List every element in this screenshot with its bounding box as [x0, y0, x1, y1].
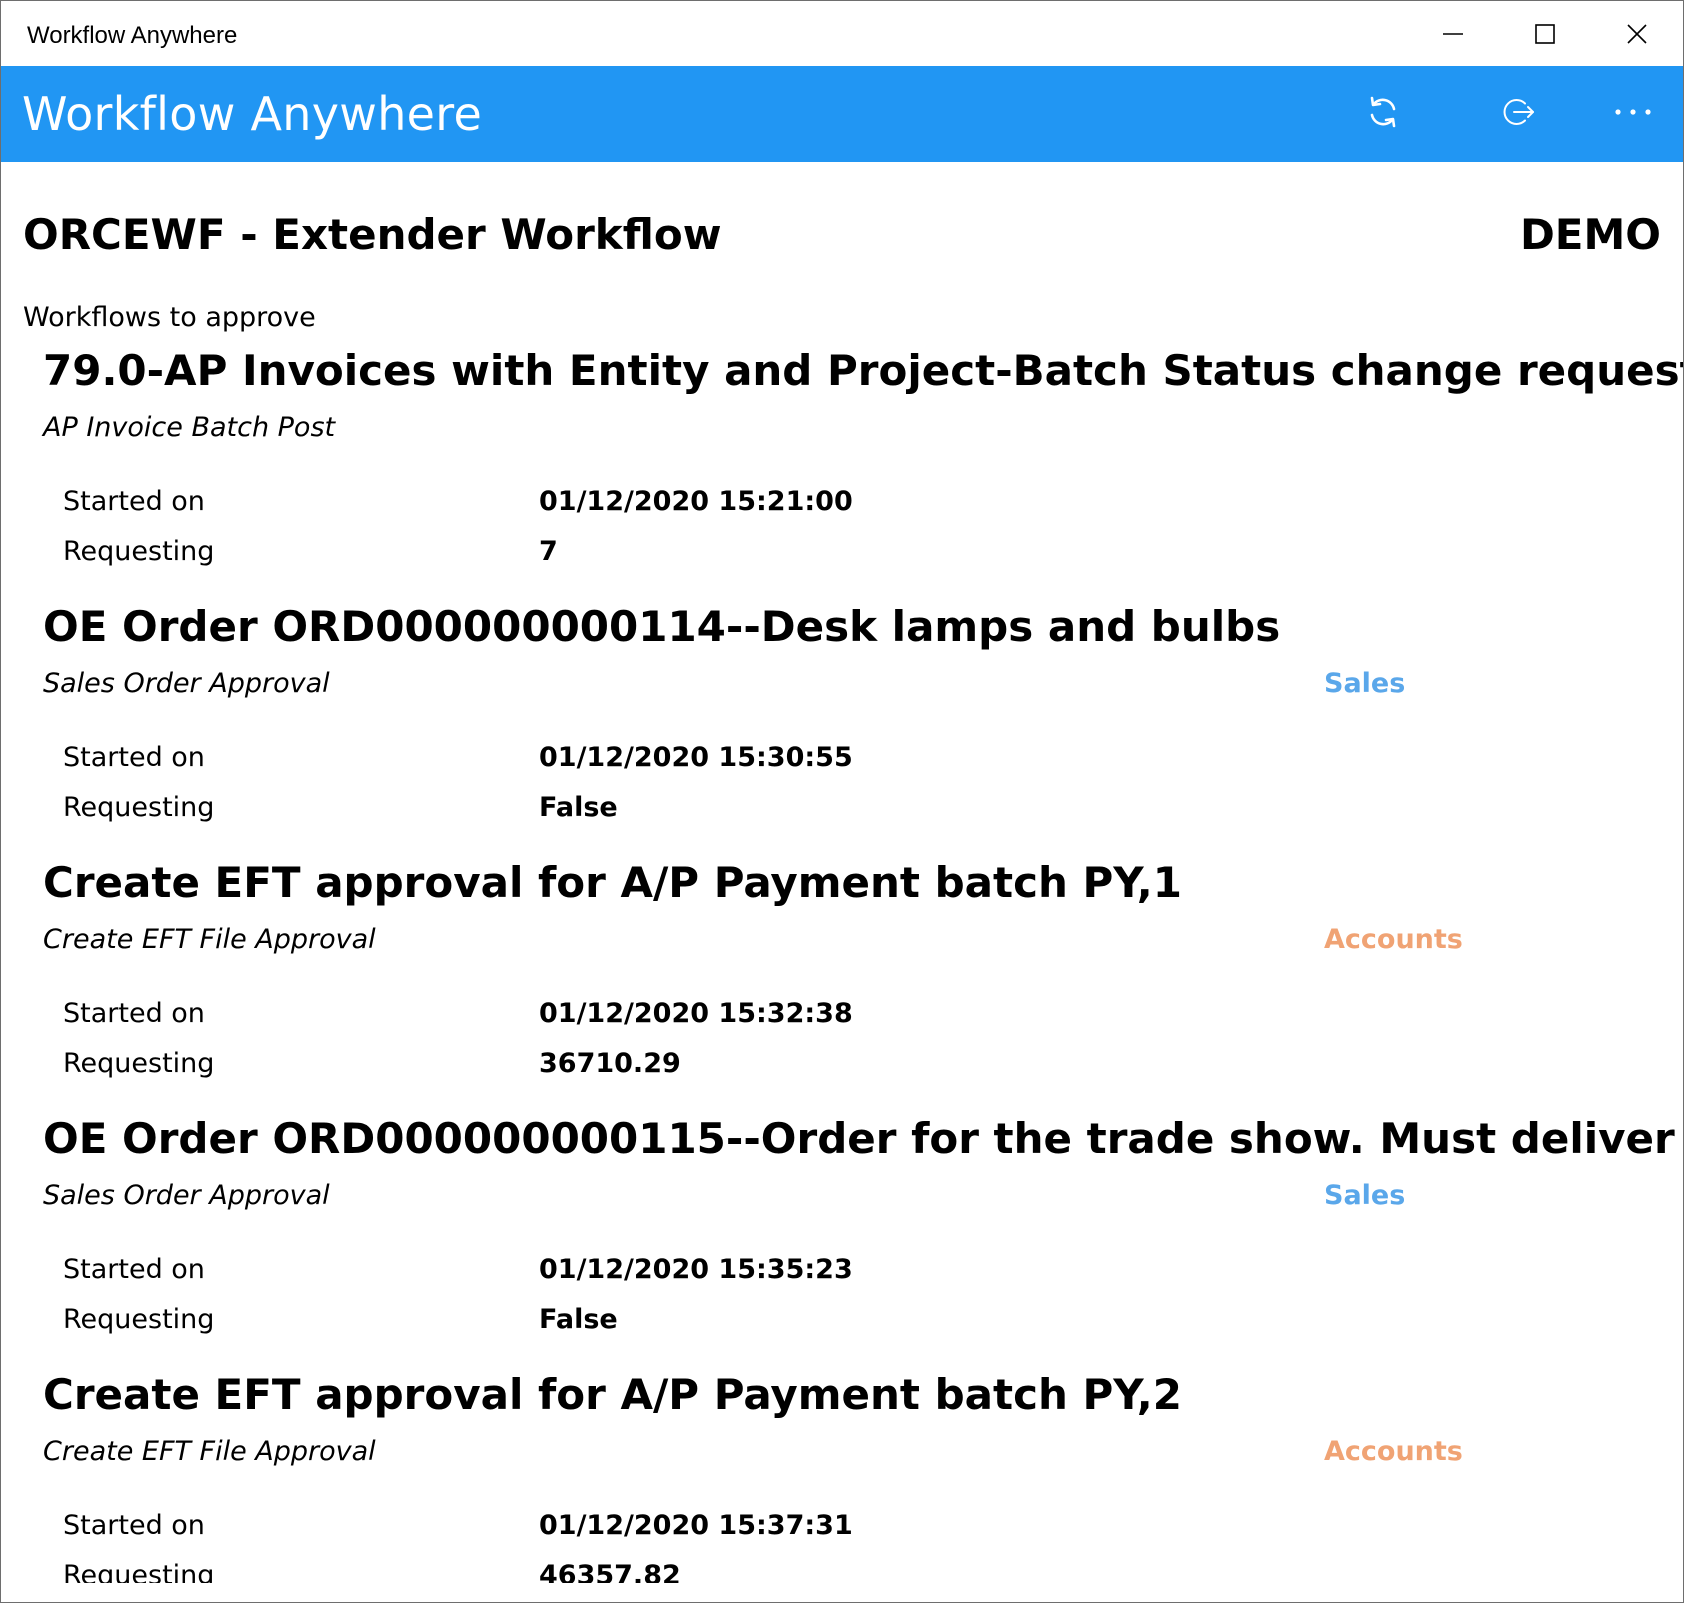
company-name: DEMO	[1519, 210, 1661, 259]
requesting-label: Requesting	[63, 536, 215, 567]
started-on-label: Started on	[63, 486, 205, 517]
page-title: ORCEWF - Extender Workflow	[23, 210, 722, 259]
workflow-type: Sales Order Approval	[43, 668, 330, 699]
started-on-label: Started on	[63, 742, 205, 773]
minimize-button[interactable]	[1407, 1, 1499, 66]
requesting-value: 36710.29	[539, 1048, 681, 1079]
workflow-title: OE Order ORD000000000114--Desk lamps and…	[43, 602, 1281, 651]
workflow-category: Sales	[1324, 668, 1406, 699]
maximize-icon	[1535, 23, 1555, 44]
workflow-type: AP Invoice Batch Post	[43, 412, 336, 443]
maximize-button[interactable]	[1499, 1, 1591, 66]
started-on-value: 01/12/2020 15:30:55	[539, 742, 853, 773]
requesting-label: Requesting	[63, 1048, 215, 1079]
started-on-value: 01/12/2020 15:21:00	[539, 486, 853, 517]
started-on-value: 01/12/2020 15:37:31	[539, 1510, 853, 1541]
refresh-icon	[1370, 96, 1396, 128]
close-icon	[1627, 23, 1647, 44]
started-on-value: 01/12/2020 15:35:23	[539, 1254, 853, 1285]
window-title: Workflow Anywhere	[27, 22, 238, 49]
requesting-label: Requesting	[63, 792, 215, 823]
app-title: Workflow Anywhere	[22, 87, 483, 141]
workflow-type: Create EFT File Approval	[43, 924, 376, 955]
started-on-label: Started on	[63, 998, 205, 1029]
workflow-item[interactable]: Create EFT approval for A/P Payment batc…	[1, 849, 1683, 1105]
sign-out-icon	[1503, 99, 1534, 125]
started-on-label: Started on	[63, 1510, 205, 1541]
workflow-category: Accounts	[1324, 924, 1463, 955]
requesting-value: 7	[539, 536, 558, 567]
minimize-icon	[1443, 32, 1463, 35]
workflow-item[interactable]: OE Order ORD000000000115--Order for the …	[1, 1105, 1683, 1361]
requesting-value: False	[539, 1304, 618, 1335]
workflow-item[interactable]: OE Order ORD000000000114--Desk lamps and…	[1, 593, 1683, 849]
app-header: Workflow Anywhere	[1, 66, 1683, 162]
workflow-list[interactable]: 79.0-AP Invoices with Entity and Project…	[1, 337, 1683, 1583]
more-options-button[interactable]	[1601, 80, 1665, 144]
workflow-title: 79.0-AP Invoices with Entity and Project…	[43, 346, 1683, 395]
workflow-item[interactable]: Create EFT approval for A/P Payment batc…	[1, 1361, 1683, 1583]
workflow-title: Create EFT approval for A/P Payment batc…	[43, 858, 1182, 907]
workflow-type: Sales Order Approval	[43, 1180, 330, 1211]
workflow-title: Create EFT approval for A/P Payment batc…	[43, 1370, 1182, 1419]
requesting-value: 46357.82	[539, 1560, 681, 1583]
workflow-type: Create EFT File Approval	[43, 1436, 376, 1467]
app-window: Workflow Anywhere Workflow Anywhere ORCE…	[0, 0, 1684, 1603]
started-on-label: Started on	[63, 1254, 205, 1285]
refresh-button[interactable]	[1351, 80, 1415, 144]
requesting-value: False	[539, 792, 618, 823]
workflow-item[interactable]: 79.0-AP Invoices with Entity and Project…	[1, 337, 1683, 593]
workflow-title: OE Order ORD000000000115--Order for the …	[43, 1114, 1683, 1163]
sign-out-button[interactable]	[1486, 80, 1550, 144]
requesting-label: Requesting	[63, 1560, 215, 1583]
requesting-label: Requesting	[63, 1304, 215, 1335]
started-on-value: 01/12/2020 15:32:38	[539, 998, 853, 1029]
close-button[interactable]	[1591, 1, 1683, 66]
title-bar: Workflow Anywhere	[1, 1, 1683, 66]
workflow-category: Accounts	[1324, 1436, 1463, 1467]
section-label: Workflows to approve	[23, 302, 316, 333]
more-horizontal-icon	[1615, 109, 1651, 115]
workflow-category: Sales	[1324, 1180, 1406, 1211]
